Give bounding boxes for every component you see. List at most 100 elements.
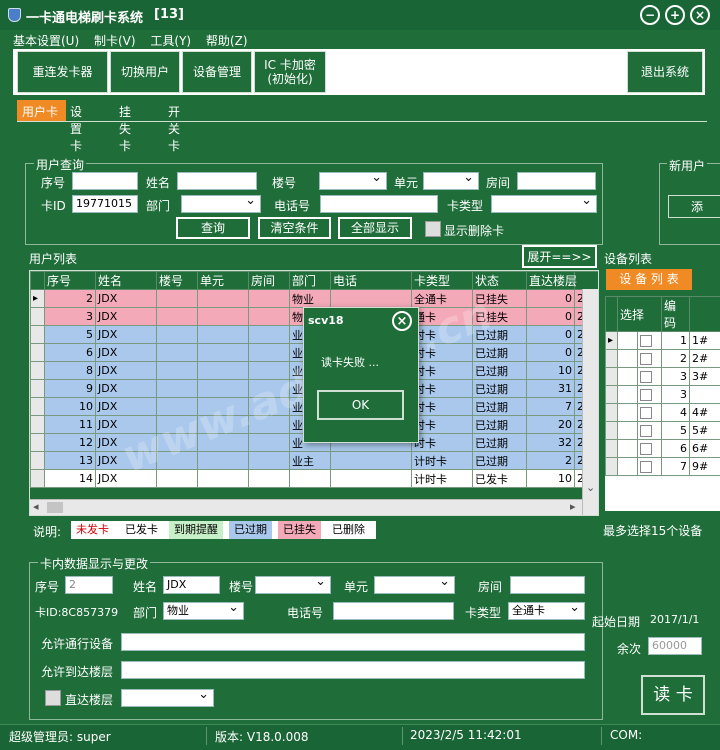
tab-switch-card[interactable]: 开关卡 (168, 103, 180, 154)
expand-button[interactable]: 展开==>> (522, 245, 597, 268)
device-checkbox[interactable] (640, 461, 652, 473)
user-list-vscrollbar[interactable]: ⌄ (582, 289, 598, 515)
hscroll-thumb[interactable] (47, 502, 63, 513)
table-row[interactable]: ▸ 2 JDX 物业 全通卡 已挂失 0 2 (30, 289, 598, 308)
device-row[interactable]: 6 6# (605, 439, 720, 458)
device-checkbox[interactable] (640, 443, 652, 455)
card-phone-input[interactable] (333, 602, 454, 620)
tab-setting-card[interactable]: 设置卡 (70, 103, 82, 154)
device-list-header-button[interactable]: 设 备 列 表 (606, 269, 692, 290)
phone-input[interactable] (320, 195, 438, 213)
device-select-cell[interactable] (636, 331, 663, 350)
switch-user-button[interactable]: 切换用户 (110, 51, 180, 93)
device-management-button[interactable]: 设备管理 (182, 51, 252, 93)
cell-seq: 14 (44, 469, 96, 488)
col-header-dept[interactable]: 部门 (289, 271, 331, 290)
device-checkbox[interactable] (640, 371, 652, 383)
card-building-select[interactable] (255, 576, 331, 594)
card-type-select-2[interactable]: 全通卡 (508, 602, 585, 620)
query-button[interactable]: 查询 (176, 217, 250, 239)
reissue-button[interactable]: 重连发卡器 (17, 51, 108, 93)
card-room-input[interactable] (510, 576, 585, 594)
direct-floor-checkbox[interactable] (45, 690, 61, 706)
name-input[interactable] (177, 172, 257, 190)
seq-input[interactable] (72, 172, 138, 190)
col-header-building[interactable]: 楼号 (156, 271, 198, 290)
card-dept-select[interactable]: 物业 (163, 602, 244, 620)
device-select-cell[interactable] (636, 367, 663, 386)
menu-item-make-card[interactable]: 制卡(V) (94, 34, 136, 48)
dept-select[interactable] (181, 195, 261, 213)
card-name-input[interactable]: JDX (163, 576, 220, 594)
tab-user-card[interactable]: 用户卡 (17, 100, 66, 121)
col-header-room[interactable]: 房间 (248, 271, 290, 290)
allowed-devices-input[interactable] (121, 633, 585, 651)
col-header-extra[interactable] (574, 271, 598, 290)
device-checkbox[interactable] (640, 335, 652, 347)
menu-item-help[interactable]: 帮助(Z) (206, 34, 248, 48)
device-cell-blank (617, 331, 638, 350)
col-header-seq[interactable]: 序号 (44, 271, 96, 290)
card-unit-select[interactable] (374, 576, 455, 594)
col-header-unit[interactable]: 单元 (197, 271, 249, 290)
minimize-icon[interactable]: − (640, 5, 660, 25)
device-row[interactable]: 3 3# (605, 367, 720, 386)
card-type-label-2: 卡类型 (465, 606, 502, 620)
device-checkbox[interactable] (640, 425, 652, 437)
dialog-ok-button[interactable]: OK (317, 390, 404, 420)
scroll-left-icon[interactable]: ◂ (33, 500, 39, 513)
col-header-code[interactable]: 编码 (661, 296, 691, 332)
device-row[interactable]: 3 (605, 385, 720, 404)
allowed-floors-input[interactable] (121, 661, 585, 679)
legend-item: 已删除 (327, 521, 370, 539)
col-header-phone[interactable]: 电话 (330, 271, 412, 290)
tab-lost-card[interactable]: 挂失卡 (119, 103, 131, 154)
cell-floor: 10 (526, 361, 575, 380)
scroll-right-icon[interactable]: ▸ (570, 500, 576, 513)
read-card-button[interactable]: 读 卡 (641, 675, 705, 715)
menu-item-basic-settings[interactable]: 基本设置(U) (13, 34, 79, 48)
show-all-button[interactable]: 全部显示 (338, 217, 412, 239)
device-row[interactable]: 5 5# (605, 421, 720, 440)
user-list-hscrollbar[interactable]: ◂ ▸ (30, 499, 582, 515)
dialog-close-icon[interactable]: × (392, 311, 412, 331)
device-select-cell[interactable] (636, 457, 663, 476)
table-row[interactable]: 13 JDX 业主 计时卡 已过期 2 2 (30, 451, 598, 470)
unit-select[interactable] (423, 172, 479, 190)
card-type-select[interactable] (491, 195, 597, 213)
card-name-label: 姓名 (133, 580, 158, 594)
table-row[interactable]: 14 JDX 计时卡 已发卡 10 2 (30, 469, 598, 488)
device-select-cell[interactable] (636, 385, 663, 404)
device-select-cell[interactable] (636, 349, 663, 368)
col-header-status[interactable]: 状态 (472, 271, 527, 290)
device-select-cell[interactable] (636, 421, 663, 440)
card-id-input[interactable]: 19771015 (72, 195, 138, 213)
clear-conditions-button[interactable]: 清空条件 (258, 217, 331, 239)
close-icon[interactable]: × (690, 5, 710, 25)
device-select-cell[interactable] (636, 439, 663, 458)
col-header-select[interactable]: 选择 (616, 296, 663, 332)
col-header-name[interactable]: 姓名 (95, 271, 157, 290)
ic-encrypt-button[interactable]: IC 卡加密 (初始化) (254, 51, 326, 93)
scroll-down-icon[interactable]: ⌄ (586, 481, 595, 494)
device-row[interactable]: 4 4# (605, 403, 720, 422)
card-seq-input[interactable]: 2 (65, 576, 113, 594)
device-checkbox[interactable] (640, 353, 652, 365)
exit-button[interactable]: 退出系统 (627, 51, 703, 93)
device-row[interactable]: ▸ 1 1# (605, 331, 720, 350)
col-header-card-type[interactable]: 卡类型 (411, 271, 473, 290)
building-select[interactable] (319, 172, 387, 190)
device-checkbox[interactable] (640, 407, 652, 419)
balance-input[interactable]: 60000 (648, 637, 702, 655)
room-input[interactable] (517, 172, 596, 190)
device-row[interactable]: 2 2# (605, 349, 720, 368)
device-row[interactable]: 7 9# (605, 457, 720, 476)
add-user-button[interactable]: 添 (668, 195, 720, 218)
device-checkbox[interactable] (640, 389, 652, 401)
device-select-cell[interactable] (636, 403, 663, 422)
col-header-direct-floor[interactable]: 直达楼层 (526, 271, 577, 290)
maximize-icon[interactable]: + (665, 5, 685, 25)
direct-floor-select[interactable] (121, 689, 214, 707)
show-deleted-checkbox[interactable] (425, 221, 441, 237)
menu-item-tools[interactable]: 工具(Y) (150, 34, 191, 48)
